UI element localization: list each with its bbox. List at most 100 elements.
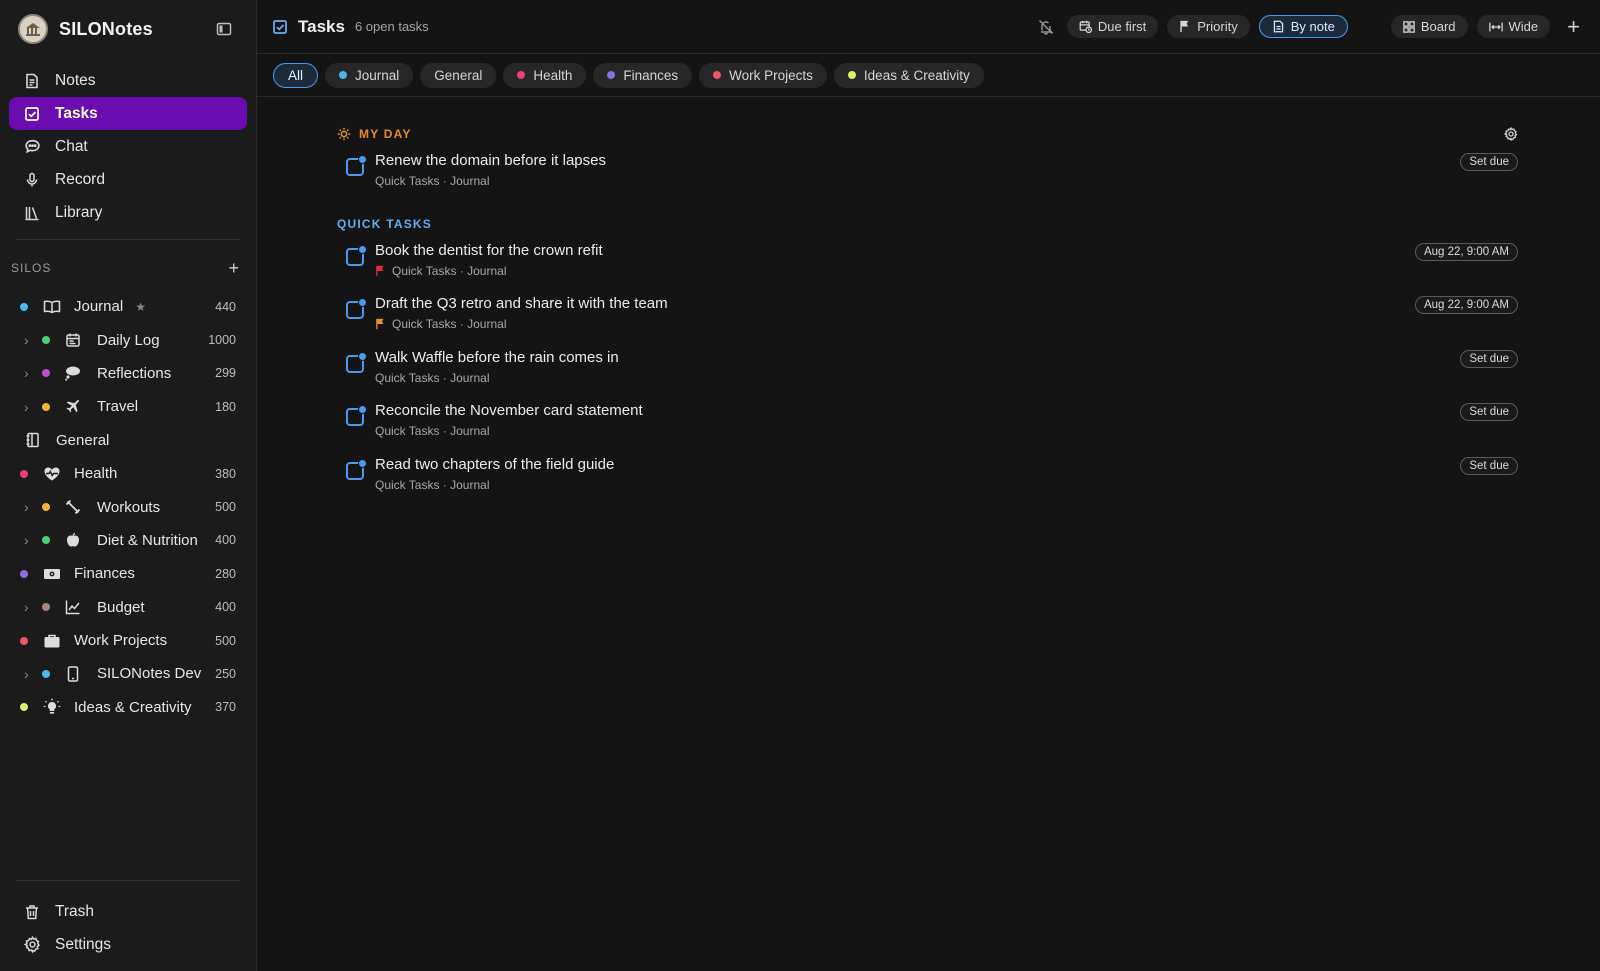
silo-budget[interactable]: › Budget 400 <box>0 591 256 624</box>
task-body: Read two chapters of the field guide Qui… <box>375 449 614 503</box>
task-source: Quick Tasks · Journal <box>392 317 507 332</box>
task-checkbox[interactable] <box>346 155 367 176</box>
calendar-icon <box>63 330 83 350</box>
task-row[interactable]: Walk Waffle before the rain comes in Qui… <box>337 342 1518 396</box>
filter-color-dot <box>847 71 856 79</box>
chevron-right-icon[interactable]: › <box>24 332 34 348</box>
priority-button[interactable]: Priority <box>1167 15 1250 38</box>
silo-count: 280 <box>215 566 236 581</box>
bell-off-icon[interactable] <box>1038 19 1054 35</box>
set-due-button[interactable]: Set due <box>1460 153 1518 171</box>
filter-chip-ideas-creativity[interactable]: Ideas & Creativity <box>833 62 984 88</box>
set-due-button[interactable]: Set due <box>1460 456 1518 475</box>
sidebar-divider <box>16 880 240 881</box>
filter-chip-label: Work Projects <box>729 67 813 83</box>
due-first-label: Due first <box>1097 19 1147 34</box>
app-name: SILONotes <box>59 18 153 39</box>
nav-item-notes[interactable]: Notes <box>9 64 247 97</box>
silo-health[interactable]: Health 380 <box>0 457 256 490</box>
silo-travel[interactable]: › Travel 180 <box>0 390 256 423</box>
chevron-right-icon[interactable]: › <box>24 499 34 515</box>
silo-count: 380 <box>215 466 236 481</box>
silos-heading: SILOS <box>11 261 52 275</box>
task-row[interactable]: Draft the Q3 retro and share it with the… <box>337 288 1518 342</box>
task-row[interactable]: Book the dentist for the crown refit Qui… <box>337 235 1518 289</box>
silo-silonotes-dev[interactable]: › SILONotes Dev 250 <box>0 657 256 690</box>
filter-color-dot <box>339 71 348 79</box>
open-task-count: 6 open tasks <box>354 19 429 34</box>
add-task-button[interactable]: + <box>1567 15 1580 38</box>
set-due-button[interactable]: Set due <box>1460 349 1518 368</box>
nav-item-library[interactable]: Library <box>9 196 247 229</box>
silo-count: 299 <box>215 366 236 381</box>
silo-journal[interactable]: Journal ★ 440 <box>0 290 256 323</box>
task-row[interactable]: Reconcile the November card statement Qu… <box>337 395 1518 449</box>
nav-item-trash[interactable]: Trash <box>9 895 247 928</box>
nav-label: Library <box>55 203 103 221</box>
nav-item-tasks[interactable]: Tasks <box>9 97 247 130</box>
filter-chip-finances[interactable]: Finances <box>593 62 693 88</box>
nav-item-record[interactable]: Record <box>9 163 247 196</box>
task-row[interactable]: Read two chapters of the field guide Qui… <box>337 449 1518 503</box>
my-day-header: MY DAY <box>337 123 1518 145</box>
sidebar-toggle-icon[interactable] <box>216 21 232 37</box>
topbar: Tasks 6 open tasks Due first Priority By… <box>257 0 1600 54</box>
checkbox-icon <box>23 105 41 123</box>
add-silo-icon[interactable]: + <box>228 258 240 279</box>
set-due-button[interactable]: Set due <box>1460 403 1518 422</box>
silo-color-dot <box>42 336 50 345</box>
wide-button[interactable]: Wide <box>1476 15 1551 38</box>
medium-priority-flag-icon <box>375 318 386 330</box>
silo-count: 500 <box>215 500 236 515</box>
task-checkbox[interactable] <box>346 351 367 373</box>
my-day-settings-gear-icon[interactable] <box>1504 127 1518 141</box>
chat-bubble-icon <box>23 138 41 156</box>
silo-ideas-creativity[interactable]: Ideas & Creativity 370 <box>0 691 256 724</box>
airplane-icon <box>63 397 83 417</box>
board-button[interactable]: Board <box>1390 15 1468 38</box>
silo-finances[interactable]: Finances 280 <box>0 557 256 590</box>
nav-item-settings[interactable]: Settings <box>9 928 247 961</box>
chevron-right-icon[interactable]: › <box>24 365 34 381</box>
task-title: Draft the Q3 retro and share it with the… <box>375 295 668 313</box>
silo-color-dot <box>42 402 50 411</box>
document-icon <box>23 72 41 90</box>
filter-chip-journal[interactable]: Journal <box>325 62 414 88</box>
task-source: Quick Tasks · Journal <box>375 424 490 439</box>
task-checkbox[interactable] <box>346 244 367 266</box>
silo-general[interactable]: General <box>0 424 256 457</box>
app-logo-icon[interactable] <box>18 14 48 44</box>
task-checkbox[interactable] <box>346 458 367 480</box>
due-first-button[interactable]: Due first <box>1066 15 1159 38</box>
apple-icon <box>63 530 83 550</box>
silo-workouts[interactable]: › Workouts 500 <box>0 490 256 523</box>
chevron-right-icon[interactable]: › <box>24 599 34 615</box>
silo-diet-nutrition[interactable]: › Diet & Nutrition 400 <box>0 524 256 557</box>
silo-daily-log[interactable]: › Daily Log 1000 <box>0 323 256 356</box>
silo-reflections[interactable]: › Reflections 299 <box>0 357 256 390</box>
filter-chip-all[interactable]: All <box>273 62 319 88</box>
task-checkbox[interactable] <box>346 405 367 427</box>
silo-color-dot <box>20 469 28 478</box>
silo-work-projects[interactable]: Work Projects 500 <box>0 624 256 657</box>
filter-chip-general[interactable]: General <box>420 62 497 88</box>
filter-color-dot <box>517 71 526 79</box>
chevron-right-icon[interactable]: › <box>24 666 34 682</box>
task-row[interactable]: Renew the domain before it lapses Quick … <box>337 145 1518 199</box>
task-meta: Quick Tasks · Journal <box>375 478 614 492</box>
money-icon <box>42 564 62 584</box>
sidebar-divider <box>16 239 240 240</box>
line-chart-icon <box>63 597 83 617</box>
nav-item-chat[interactable]: Chat <box>9 130 247 163</box>
chevron-right-icon[interactable]: › <box>24 532 34 548</box>
chevron-right-icon[interactable]: › <box>24 399 34 415</box>
due-date-badge[interactable]: Aug 22, 9:00 AM <box>1414 296 1518 315</box>
due-date-badge[interactable]: Aug 22, 9:00 AM <box>1414 242 1518 261</box>
by-note-button[interactable]: By note <box>1258 15 1348 38</box>
task-checkbox[interactable] <box>346 298 367 320</box>
filter-chip-health[interactable]: Health <box>503 62 587 88</box>
silo-label: Budget <box>97 598 145 616</box>
filter-chip-work-projects[interactable]: Work Projects <box>699 62 827 88</box>
main-panel: Tasks 6 open tasks Due first Priority By… <box>257 0 1600 971</box>
favorite-star-icon[interactable]: ★ <box>135 300 146 314</box>
